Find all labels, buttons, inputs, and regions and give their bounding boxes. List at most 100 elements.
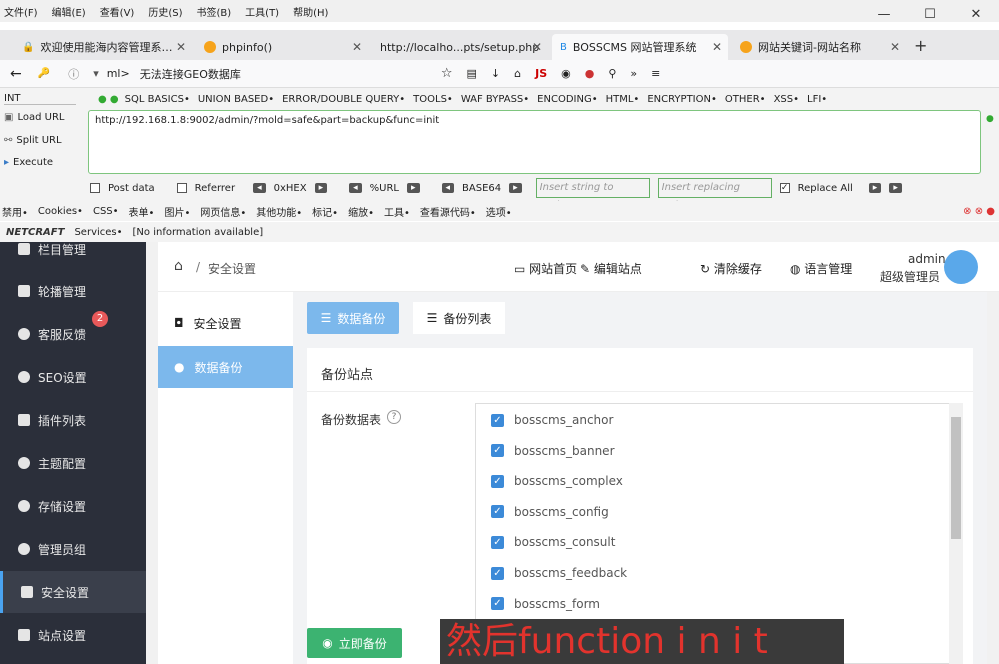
arrow-left-icon[interactable]: ◂ (349, 183, 362, 193)
menu-help[interactable]: 帮助(H) (293, 4, 328, 19)
download-icon[interactable]: ↓ (491, 67, 500, 80)
menu-tools[interactable]: TOOLS• (413, 94, 453, 105)
menu-file[interactable]: 文件(F) (4, 4, 38, 19)
outline-menu[interactable]: 标记• (312, 204, 338, 219)
post-data-checkbox[interactable] (90, 183, 100, 193)
page-scrollbar[interactable] (987, 292, 999, 664)
sidebar-item-plugins[interactable]: 插件列表 (0, 399, 146, 441)
info-icon[interactable]: ⓘ (68, 66, 79, 82)
table-checkbox[interactable]: ✓ (491, 535, 504, 549)
table-checkbox[interactable]: ✓ (491, 444, 504, 458)
sidebar-item-columns[interactable]: 栏目管理 (0, 242, 146, 270)
load-url-button[interactable]: ▣ Load URL (4, 112, 64, 123)
sidebar-item-feedback[interactable]: 客服反馈 2 (0, 311, 146, 355)
subnav-item-backup[interactable]: ● 数据备份 (158, 346, 293, 388)
menu-html[interactable]: HTML• (606, 94, 640, 105)
sidebar-item-site[interactable]: 站点设置 (0, 614, 146, 656)
table-row[interactable]: ✓ bosscms_consult (483, 527, 961, 557)
table-row[interactable]: ✓ bosscms_banner (483, 436, 961, 466)
tools-menu[interactable]: 工具• (384, 204, 410, 219)
close-window-button[interactable]: ✕ (953, 0, 999, 30)
error-icons[interactable]: ⊗ ⊗ ● (963, 206, 995, 217)
sidebar-item-admins[interactable]: 管理员组 (0, 528, 146, 570)
sidebar-item-storage[interactable]: 存储设置 (0, 485, 146, 527)
sidebar-scrollbar[interactable] (146, 242, 158, 664)
table-row[interactable]: ✓ bosscms_complex (483, 466, 961, 496)
menu-bookmarks[interactable]: 书签(B) (197, 4, 232, 19)
resize-menu[interactable]: 缩放• (348, 204, 374, 219)
site-home-link[interactable]: ▭ 网站首页 (514, 260, 577, 277)
new-tab-button[interactable]: + (914, 36, 927, 55)
clear-cache-link[interactable]: ↻ 清除缓存 (700, 260, 762, 277)
insert-string-input[interactable]: Insert string to replace (535, 178, 650, 211)
tab-bosscms[interactable]: B BOSSCMS 网站管理系统 ✕ (552, 34, 728, 60)
menu-history[interactable]: 历史(S) (148, 4, 182, 19)
menu-union[interactable]: UNION BASED• (198, 94, 274, 105)
view-source-menu[interactable]: 查看源代码• (420, 204, 476, 219)
table-checkbox[interactable]: ✓ (491, 505, 504, 519)
type-select[interactable]: INT (4, 93, 76, 105)
arrow-right-icon[interactable]: ▸ (868, 183, 882, 193)
toggle-dots[interactable]: ● ● (98, 94, 119, 105)
sidebar-item-seo[interactable]: SEO设置 (0, 356, 146, 398)
menu-waf[interactable]: WAF BYPASS• (461, 94, 529, 105)
insert-replacing-input[interactable]: Insert replacing string (657, 178, 772, 211)
sidebar-item-security[interactable]: 安全设置 (0, 571, 146, 613)
close-tab-icon[interactable]: ✕ (532, 40, 542, 54)
images-menu[interactable]: 图片• (164, 204, 190, 219)
subnav-item-security[interactable]: ◘ 安全设置 (158, 304, 293, 342)
tab-phpinfo[interactable]: phpinfo() ✕ (196, 34, 368, 60)
arrow-right-icon[interactable]: ▸ (406, 183, 420, 193)
chevron-down-icon[interactable]: ▾ (93, 67, 99, 80)
misc-menu[interactable]: 其他功能• (256, 204, 302, 219)
search-icon[interactable]: ⚲ (608, 67, 616, 80)
maximize-button[interactable]: ☐ (907, 0, 953, 30)
url-textarea[interactable]: http://192.168.1.8:9002/admin/?mold=safe… (88, 110, 981, 174)
minimize-button[interactable]: — (861, 0, 907, 30)
help-icon[interactable]: ? (387, 410, 401, 424)
menu-sql-basics[interactable]: SQL BASICS• (125, 94, 190, 105)
menu-error[interactable]: ERROR/DOUBLE QUERY• (282, 94, 405, 105)
reader-icon[interactable]: ▤ (467, 67, 477, 80)
services-menu[interactable]: Services• (74, 227, 122, 238)
overflow-icon[interactable]: » (630, 67, 637, 80)
tab-welcome[interactable]: 🔒 欢迎使用能海内容管理系… ✕ (14, 34, 192, 60)
page-info-menu[interactable]: 网页信息• (200, 204, 246, 219)
close-tab-icon[interactable]: ✕ (176, 40, 186, 54)
menu-xss[interactable]: XSS• (774, 94, 799, 105)
home-icon[interactable]: ⌂ (174, 258, 183, 274)
backup-now-button[interactable]: ◉ 立即备份 (307, 628, 402, 658)
close-tab-icon[interactable]: ✕ (890, 40, 900, 54)
menu-other[interactable]: OTHER• (725, 94, 766, 105)
edit-site-link[interactable]: ✎ 编辑站点 (580, 260, 642, 277)
menu-edit[interactable]: 编辑(E) (52, 4, 86, 19)
menu-tools[interactable]: 工具(T) (245, 4, 279, 19)
menu-lfi[interactable]: LFI• (807, 94, 827, 105)
hamburger-icon[interactable]: ≡ (651, 67, 660, 80)
table-checkbox[interactable]: ✓ (491, 597, 504, 611)
execute-button[interactable]: ▸ Execute (4, 157, 53, 168)
back-icon[interactable]: ← (10, 66, 22, 82)
options-menu[interactable]: 选项• (486, 204, 512, 219)
table-row[interactable]: ✓ bosscms_config (483, 497, 961, 527)
forms-menu[interactable]: 表单• (129, 204, 155, 219)
arrow-right-icon[interactable]: ▸ (509, 183, 522, 193)
expand-icon[interactable]: ● (986, 114, 994, 124)
table-row[interactable]: ✓ bosscms_feedback (483, 558, 961, 588)
disable-menu[interactable]: 禁用• (2, 204, 28, 219)
close-tab-icon[interactable]: ✕ (352, 40, 362, 54)
arrow-right-icon[interactable]: ▸ (314, 183, 328, 193)
cookies-menu[interactable]: Cookies• (38, 206, 83, 217)
home-icon[interactable]: ⌂ (514, 67, 521, 80)
table-row[interactable]: ✓ bosscms_form (483, 589, 961, 619)
tab-data-backup[interactable]: ☰ 数据备份 (307, 302, 399, 334)
menu-view[interactable]: 查看(V) (100, 4, 135, 19)
sidebar-item-theme[interactable]: 主题配置 (0, 442, 146, 484)
tab-backup-list[interactable]: ☰ 备份列表 (413, 302, 505, 334)
css-menu[interactable]: CSS• (93, 206, 119, 217)
table-checkbox[interactable]: ✓ (491, 474, 504, 488)
js-icon[interactable]: JS (535, 67, 547, 80)
replace-all-checkbox[interactable]: ✓ (779, 183, 790, 193)
tab-keywords[interactable]: 网站关键词-网站名称 ✕ (732, 34, 906, 60)
table-checkbox[interactable]: ✓ (491, 566, 504, 580)
